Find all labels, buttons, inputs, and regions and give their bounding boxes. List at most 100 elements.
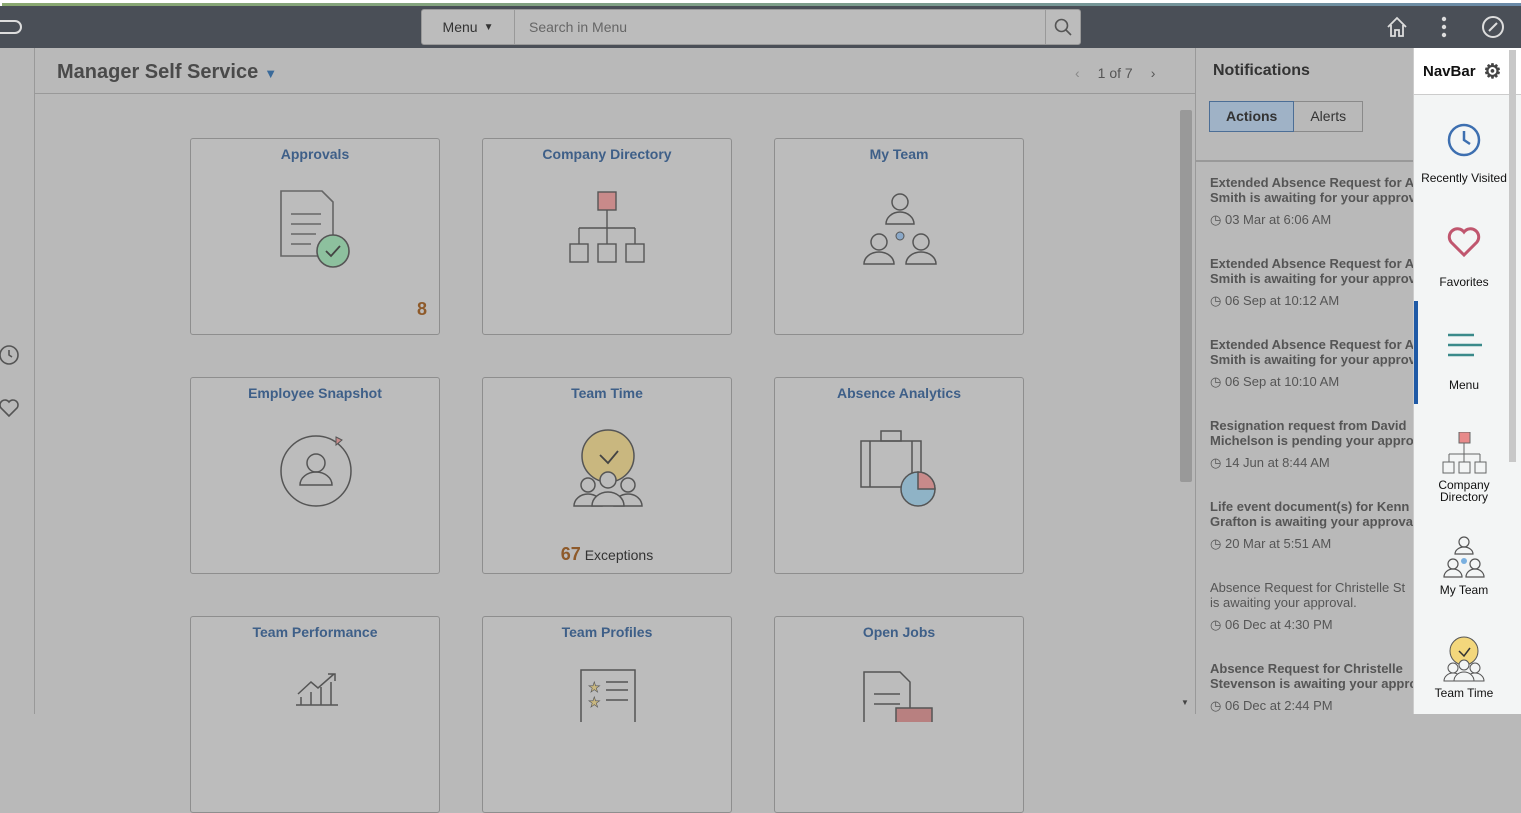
notification-text: Extended Absence Request for A Smith is a…: [1210, 337, 1414, 367]
page-title[interactable]: Manager Self Service ▼: [57, 61, 277, 84]
notification-text: Life event document(s) for Kenn Grafton i…: [1210, 499, 1414, 529]
notification-line: Smith is awaiting for your approval: [1210, 190, 1414, 205]
svg-text:★: ★: [588, 679, 601, 695]
notification-line: Extended Absence Request for A: [1210, 175, 1414, 190]
page-indicator: 1 of 7: [1097, 65, 1133, 81]
notification-line: Smith is awaiting for your approval: [1210, 352, 1414, 367]
navbar-scrollbar[interactable]: [1509, 50, 1516, 462]
approvals-count-badge: 8: [416, 299, 427, 319]
navbar-item-menu[interactable]: Menu: [1414, 333, 1514, 392]
tab-actions[interactable]: Actions: [1209, 101, 1295, 132]
search-input[interactable]: [515, 10, 1045, 44]
search-icon: [1054, 18, 1072, 36]
notification-item[interactable]: Life event document(s) for Kenn Grafton i…: [1196, 486, 1414, 567]
tile-title: Open Jobs: [862, 624, 936, 640]
notification-item[interactable]: Extended Absence Request for A Smith is a…: [1196, 324, 1414, 405]
navbar-item-favorites[interactable]: Favorites: [1414, 226, 1514, 289]
team-icon: [863, 193, 937, 265]
clock-icon: ◷: [1210, 698, 1222, 713]
notification-line: Michelson is pending your approval: [1210, 433, 1414, 448]
navbar-compass-icon[interactable]: [1481, 15, 1505, 39]
tile-company-directory[interactable]: Company Directory: [482, 138, 732, 335]
tile-approvals[interactable]: Approvals 8: [190, 138, 440, 335]
notification-line: Absence Request for Christelle: [1210, 661, 1403, 676]
notification-item[interactable]: Extended Absence Request for A Smith is a…: [1196, 243, 1414, 324]
navbar-item-recently-visited[interactable]: Recently Visited: [1414, 122, 1514, 185]
tile-open-jobs[interactable]: Open Jobs: [774, 616, 1024, 813]
navbar-item-label: My Team: [1439, 583, 1489, 597]
tile-title: Team Time: [571, 385, 643, 401]
recently-visited-icon[interactable]: [0, 344, 20, 366]
team-profiles-icon: ★★: [580, 669, 636, 722]
navbar-item-label: Team Time: [1434, 686, 1494, 700]
gear-icon[interactable]: ⚙: [1484, 59, 1502, 84]
notification-item[interactable]: Resignation request from David Michelson …: [1196, 405, 1414, 486]
notification-item[interactable]: Extended Absence Request for A Smith is a…: [1196, 162, 1414, 243]
search-button[interactable]: [1045, 10, 1080, 44]
notification-date-text: 03 Mar at 6:06 AM: [1224, 212, 1332, 227]
search-scope-dropdown[interactable]: Menu ▼: [422, 10, 515, 44]
search-bar: Menu ▼: [421, 9, 1081, 45]
navbar-item-label: Company Directory: [1438, 478, 1490, 504]
notification-line: Life event document(s) for Kenn: [1210, 499, 1410, 514]
top-header: Menu ▼: [0, 6, 1521, 48]
tile-team-time[interactable]: Team Time 67 Exceptions: [482, 377, 732, 574]
navbar-item-my-team[interactable]: My Team: [1414, 536, 1514, 597]
notification-line: Stevenson is awaiting your approval: [1210, 676, 1414, 691]
main-scrollbar[interactable]: [1180, 110, 1192, 482]
team-time-icon: [1443, 636, 1485, 682]
tile-title: Team Performance: [252, 624, 378, 640]
tile-title: Absence Analytics: [837, 385, 961, 401]
tile-team-performance[interactable]: Team Performance: [190, 616, 440, 813]
clock-icon: ◷: [1210, 617, 1222, 632]
tile-my-team[interactable]: My Team: [774, 138, 1024, 335]
team-performance-icon: [296, 673, 338, 706]
notification-line: Grafton is awaiting your approval: [1210, 514, 1414, 529]
navbar-title: NavBar: [1423, 62, 1476, 80]
clock-icon: ◷: [1210, 212, 1222, 227]
tile-title: Company Directory: [542, 146, 672, 162]
notification-tabs: Actions Alerts: [1209, 101, 1364, 132]
notification-text: Absence Request for Christelle St is awai…: [1210, 580, 1414, 610]
chevron-down-icon[interactable]: ▼: [264, 66, 277, 81]
notification-date: ◷ 06 Dec at 2:44 PM: [1210, 698, 1414, 714]
search-scope-label: Menu: [442, 19, 478, 35]
open-jobs-icon: [863, 671, 933, 722]
scroll-down-arrow[interactable]: ▼: [1181, 698, 1189, 707]
previous-page-icon[interactable]: ‹: [1075, 65, 1080, 81]
tile-absence-analytics[interactable]: Absence Analytics: [774, 377, 1024, 574]
clock-icon: ◷: [1210, 536, 1222, 551]
navbar-panel: NavBar ⚙ Recently Visited Favorites Menu …: [1413, 48, 1521, 714]
page-title-text: Manager Self Service: [57, 61, 259, 83]
notification-item[interactable]: Absence Request for Christelle St is awai…: [1196, 567, 1414, 648]
navbar-item-team-time[interactable]: Team Time: [1414, 635, 1514, 700]
tab-alerts[interactable]: Alerts: [1294, 101, 1364, 132]
more-options-icon[interactable]: [1434, 15, 1454, 39]
notification-date: ◷ 20 Mar at 5:51 AM: [1210, 536, 1414, 552]
notification-date-text: 06 Sep at 10:10 AM: [1224, 374, 1340, 389]
notification-date: ◷ 06 Dec at 4:30 PM: [1210, 617, 1414, 633]
notifications-panel: Notifications Actions Alerts Extended Ab…: [1195, 48, 1415, 714]
pager: ‹ 1 of 7 ›: [1075, 65, 1155, 81]
page-header: Manager Self Service ▼ ‹ 1 of 7 ›: [35, 48, 1195, 94]
svg-text:★: ★: [588, 694, 601, 710]
chevron-down-icon: ▼: [483, 21, 494, 33]
notification-line: is awaiting your approval.: [1210, 595, 1357, 610]
next-page-icon[interactable]: ›: [1151, 65, 1156, 81]
logo-icon[interactable]: [0, 20, 22, 34]
tile-employee-snapshot[interactable]: Employee Snapshot: [190, 377, 440, 574]
navbar-item-label: Favorites: [1439, 275, 1489, 289]
navbar-header: NavBar ⚙: [1414, 48, 1521, 95]
heart-icon: [1447, 227, 1481, 258]
home-icon[interactable]: [1385, 15, 1409, 39]
navbar-item-company-directory[interactable]: Company Directory: [1414, 431, 1514, 504]
notification-date-text: 20 Mar at 5:51 AM: [1224, 536, 1332, 551]
tile-title: Approvals: [280, 146, 350, 162]
notification-line: Resignation request from David: [1210, 418, 1407, 433]
notification-item[interactable]: Absence Request for Christelle Stevenson …: [1196, 648, 1414, 729]
navbar-item-label: Menu: [1448, 378, 1480, 392]
tile-title: Team Profiles: [561, 624, 653, 640]
notification-date: ◷ 06 Sep at 10:10 AM: [1210, 374, 1414, 390]
favorites-icon[interactable]: [0, 398, 20, 418]
tile-team-profiles[interactable]: Team Profiles ★ ★: [482, 616, 732, 813]
